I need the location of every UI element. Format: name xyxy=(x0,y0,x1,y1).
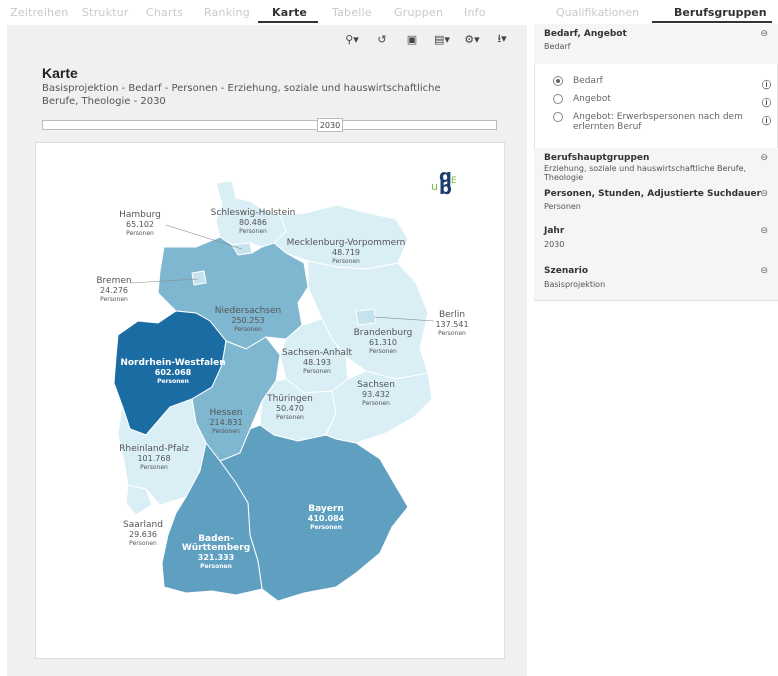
section-value: Bedarf xyxy=(544,42,571,51)
label-saarland: Saarland 29.636 Personen xyxy=(123,520,163,548)
collapse-icon[interactable]: ⊖ xyxy=(760,29,768,39)
section-value: 2030 xyxy=(544,240,565,249)
label-sachsen-anhalt: Sachsen-Anhalt 48.193 Personen xyxy=(282,348,352,376)
section-jahr[interactable]: Jahr 2030 ⊖ xyxy=(534,220,778,261)
option-angebot-erwerbspersonen[interactable]: Angebot: Erwerbspersonen nach dem erlern… xyxy=(553,112,753,132)
state-berlin[interactable] xyxy=(355,308,377,326)
option-list: Bedarf ⓘ Angebot ⓘ Angebot: Erwerbsperso… xyxy=(534,64,778,148)
qube-logo: q u b E xyxy=(431,166,457,199)
expand-icon[interactable]: ⊖ xyxy=(760,153,768,163)
label-hamburg: Hamburg 65.102 Personen xyxy=(119,210,161,238)
main-tab-bar: Zeitreihen Struktur Charts Ranking Karte… xyxy=(0,0,526,24)
card-subtitle: Basisprojektion - Bedarf - Personen - Er… xyxy=(42,83,441,107)
label-niedersachsen: Niedersachsen 250.253 Personen xyxy=(214,306,282,334)
settings-icon[interactable]: ⚙▾ xyxy=(457,29,487,49)
tab-info[interactable]: Info xyxy=(464,6,486,19)
expand-icon[interactable]: ⊖ xyxy=(760,189,768,199)
radio-angebot-erwerbspersonen[interactable] xyxy=(553,112,563,122)
section-title: Berufshauptgruppen xyxy=(544,153,650,163)
option-angebot[interactable]: Angebot xyxy=(553,94,611,104)
right-active-tab-indicator xyxy=(652,21,772,23)
tab-ranking[interactable]: Ranking xyxy=(204,6,250,19)
card-title: Karte xyxy=(42,65,78,81)
year-slider[interactable]: 2030 xyxy=(42,118,497,132)
section-value: Erziehung, soziale und hauswirtschaftlic… xyxy=(544,164,747,182)
label-schleswig-holstein: Schleswig-Holstein 80.486 Personen xyxy=(210,208,296,236)
tab-charts[interactable]: Charts xyxy=(146,6,183,19)
section-title: Jahr xyxy=(544,226,565,236)
undo-icon[interactable]: ↺ xyxy=(367,29,397,49)
label-hessen: Hessen 214.831 Personen xyxy=(209,408,243,436)
germany-map: q u b E Schleswig-Holstein 80.486 Personen… xyxy=(35,142,505,659)
label-rheinland-pfalz: Rheinland-Pfalz 101.768 Personen xyxy=(119,444,189,472)
section-personen-stunden[interactable]: Personen, Stunden, Adjustierte Suchdauer… xyxy=(534,184,778,221)
section-title: Szenario xyxy=(544,266,589,276)
section-berufshauptgruppen[interactable]: Berufshauptgruppen Erziehung, soziale un… xyxy=(534,148,778,185)
label-mecklenburg-vorpommern: Mecklenburg-Vorpommern 48.719 Personen xyxy=(286,238,406,266)
map-panel: ⚲▾ ↺ ▣ ▤▾ ⚙▾ ⭳▾ Karte Basisprojektion - … xyxy=(7,25,527,676)
label-berlin: Berlin 137.541 Personen xyxy=(435,310,469,338)
section-title: Personen, Stunden, Adjustierte Suchdauer xyxy=(544,189,762,199)
info-icon[interactable]: ⓘ xyxy=(762,96,771,109)
expand-icon[interactable]: ⊖ xyxy=(760,226,768,236)
section-szenario[interactable]: Szenario Basisprojektion ⊖ xyxy=(534,260,778,301)
layout-icon[interactable]: ▤▾ xyxy=(427,29,457,49)
info-icon[interactable]: ⓘ xyxy=(762,78,771,91)
option-bedarf[interactable]: Bedarf xyxy=(553,76,603,86)
tab-tabelle[interactable]: Tabelle xyxy=(332,6,372,19)
section-title: Bedarf, Angebot xyxy=(544,29,627,39)
save-icon[interactable]: ▣ xyxy=(397,29,427,49)
pin-icon[interactable]: ⚲▾ xyxy=(337,29,367,49)
tab-struktur[interactable]: Struktur xyxy=(82,6,129,19)
label-bayern: Bayern 410.084 Personen xyxy=(307,504,345,532)
radio-bedarf[interactable] xyxy=(553,76,563,86)
label-baden-wuerttemberg: Baden-Württemberg 321.333 Personen xyxy=(181,534,251,571)
tab-qualifikationen[interactable]: Qualifikationen xyxy=(556,6,639,19)
toolbar: ⚲▾ ↺ ▣ ▤▾ ⚙▾ ⭳▾ xyxy=(337,29,517,49)
info-icon[interactable]: ⓘ xyxy=(762,114,771,127)
label-bremen: Bremen 24.276 Personen xyxy=(96,276,132,304)
section-bedarf-angebot[interactable]: Bedarf, Angebot Bedarf ⊖ xyxy=(534,24,778,65)
label-nordrhein-westfalen: Nordrhein-Westfalen 602.068 Personen xyxy=(120,358,226,386)
tab-zeitreihen[interactable]: Zeitreihen xyxy=(10,6,69,19)
filter-sidebar: Qualifikationen Berufsgruppen Bedarf, An… xyxy=(534,0,778,676)
section-value: Personen xyxy=(544,202,581,211)
section-value: Basisprojektion xyxy=(544,280,606,289)
radio-angebot[interactable] xyxy=(553,94,563,104)
download-icon[interactable]: ⭳▾ xyxy=(487,29,517,49)
label-sachsen: Sachsen 93.432 Personen xyxy=(357,380,395,408)
state-bremen[interactable] xyxy=(191,270,207,286)
tab-gruppen[interactable]: Gruppen xyxy=(394,6,443,19)
tab-berufsgruppen[interactable]: Berufsgruppen xyxy=(674,6,767,19)
year-slider-handle[interactable]: 2030 xyxy=(317,118,343,132)
expand-icon[interactable]: ⊖ xyxy=(760,266,768,276)
tab-karte[interactable]: Karte xyxy=(272,6,307,19)
label-thueringen: Thüringen 50.470 Personen xyxy=(267,394,313,422)
active-tab-indicator xyxy=(258,21,318,23)
